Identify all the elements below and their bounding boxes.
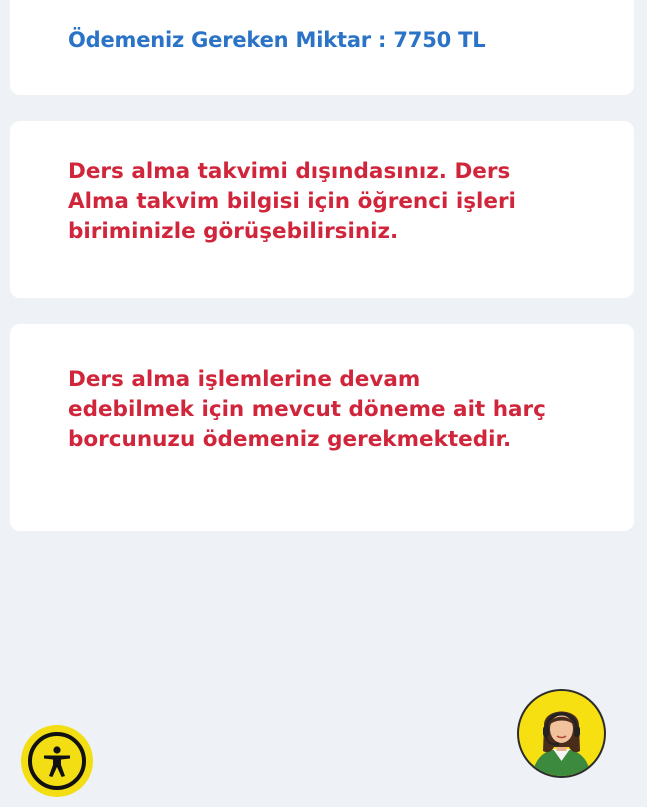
fee-warning-card: Ders alma işlemlerine devam edebilmek iç… [10,324,634,531]
accessibility-icon [44,746,70,777]
fee-warning-text: Ders alma işlemlerine devam edebilmek iç… [68,367,546,452]
support-agent-icon [531,711,592,776]
accessibility-button[interactable] [21,725,93,797]
accessibility-icon-ring [28,732,86,790]
support-button[interactable] [517,689,606,778]
payment-amount-text: Ödemeniz Gereken Miktar : 7750 TL [68,28,486,52]
page: Ödemeniz Gereken Miktar : 7750 TL Ders a… [0,0,647,807]
payment-card: Ödemeniz Gereken Miktar : 7750 TL [10,0,634,95]
calendar-warning-card: Ders alma takvimi dışındasınız. Ders Alm… [10,121,634,298]
calendar-warning-text: Ders alma takvimi dışındasınız. Ders Alm… [68,159,516,244]
